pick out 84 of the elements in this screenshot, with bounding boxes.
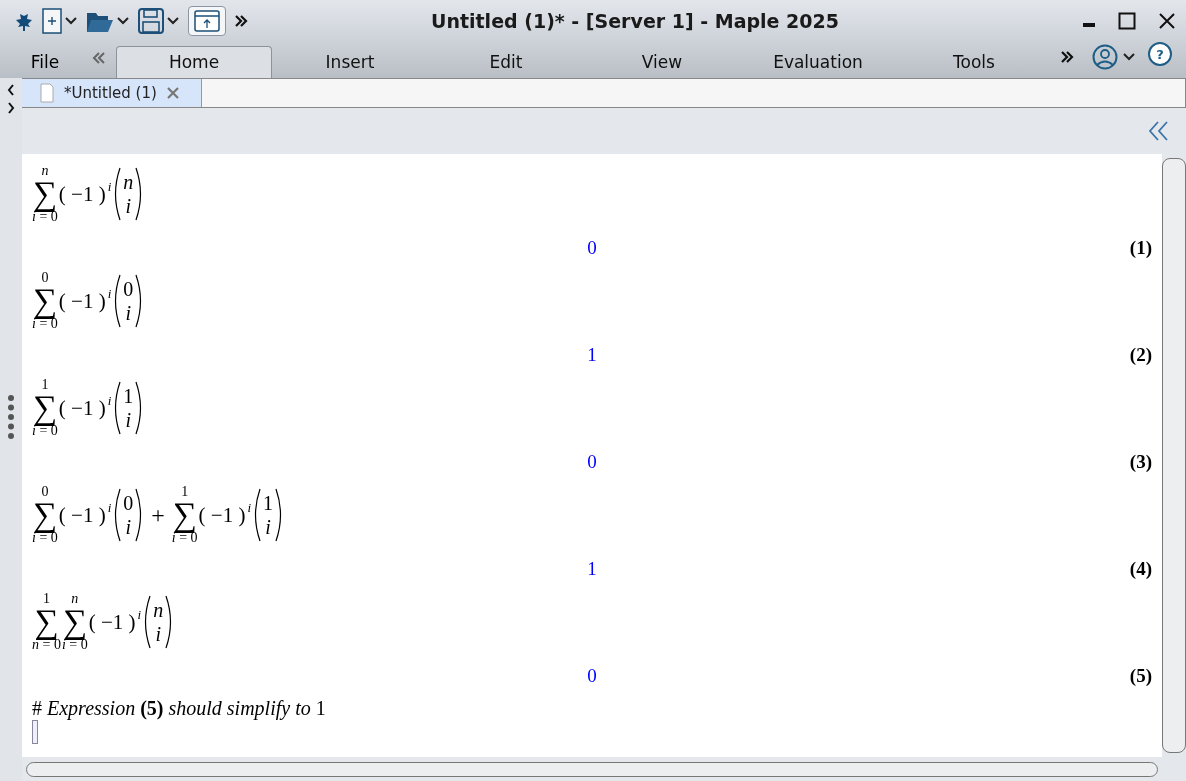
ribbon-tab[interactable]: Tools (896, 46, 1052, 78)
binomial-top: 1 (123, 384, 134, 408)
output-value: 1 (587, 557, 597, 580)
file-menu[interactable]: File (0, 51, 90, 78)
help-button[interactable]: ? (1148, 42, 1172, 66)
sum-upper-limit: 0 (41, 270, 49, 285)
vertical-scrollbar[interactable] (1162, 158, 1186, 753)
power-base: ( −1 ) (58, 183, 106, 205)
exponent: i (107, 286, 112, 300)
exponent: i (107, 393, 112, 407)
more-chevron-icon[interactable] (1060, 50, 1074, 64)
sum-symbol: ∑ (172, 498, 197, 532)
plus-operator: + (151, 501, 165, 529)
caret-icon[interactable] (1122, 52, 1136, 62)
binomial-bottom: i (155, 622, 161, 646)
left-paren-drawing (112, 274, 122, 328)
exponent: i (107, 500, 112, 514)
sum-symbol: ∑ (32, 498, 57, 532)
save-icon[interactable] (138, 8, 164, 34)
output-value: 0 (587, 450, 597, 473)
sum-upper-limit: 1 (181, 484, 189, 499)
document-icon (40, 83, 54, 103)
power-base: ( −1 ) (198, 504, 246, 526)
sum-symbol: ∑ (32, 284, 57, 318)
caret-icon[interactable] (166, 16, 180, 26)
sum-symbol: ∑ (62, 605, 87, 639)
exponent: i (247, 500, 252, 514)
power-base: ( −1 ) (58, 397, 106, 419)
ribbon-tab[interactable]: Insert (272, 46, 428, 78)
binomial-top: 1 (263, 491, 274, 515)
sum-upper-limit: 1 (42, 591, 50, 606)
window-title: Untitled (1)* - [Server 1] - Maple 2025 (430, 10, 840, 32)
drag-handle-icon[interactable] (8, 394, 14, 440)
maximize-icon[interactable] (1118, 12, 1136, 30)
equation-label: (2) (1129, 343, 1152, 366)
exponent: i (137, 607, 142, 621)
equation-label: (5) (1129, 664, 1152, 687)
sum-symbol: ∑ (32, 177, 57, 211)
exponent: i (107, 179, 112, 193)
sum-upper-limit: 1 (41, 377, 49, 392)
comment-text: # Expression (5) should simplify to 1 (32, 697, 327, 720)
document-tab[interactable]: *Untitled (1) (22, 79, 202, 107)
left-paren-drawing (252, 488, 262, 542)
output-value: 1 (587, 343, 597, 366)
power-base: ( −1 ) (58, 504, 106, 526)
sum-upper-limit: n (41, 163, 49, 178)
user-account-icon[interactable] (1092, 44, 1118, 70)
close-icon[interactable] (1158, 12, 1176, 30)
binomial-bottom: i (125, 408, 132, 432)
ribbon-tab[interactable]: View (584, 46, 740, 78)
power-base: ( −1 ) (88, 611, 136, 633)
equation-label: (3) (1129, 450, 1152, 473)
binomial-top: n (153, 598, 164, 622)
equation-label: (4) (1129, 557, 1152, 580)
collapse-chevron-icon[interactable] (92, 52, 106, 64)
binomial-top: n (123, 170, 134, 194)
output-value: 0 (587, 664, 597, 687)
left-paren-drawing (112, 488, 122, 542)
left-paren-drawing (142, 595, 152, 649)
collapse-panel-icon[interactable] (1148, 121, 1170, 141)
sum-upper-limit: 0 (41, 484, 49, 499)
ribbon-tab[interactable]: Evaluation (740, 46, 896, 78)
binomial-top: 0 (123, 491, 134, 515)
binomial-bottom: i (125, 515, 132, 539)
left-paren-drawing (112, 381, 122, 435)
more-chevron-icon[interactable] (234, 14, 248, 28)
binomial-bottom: i (265, 515, 271, 539)
caret-icon[interactable] (64, 16, 78, 26)
ribbon-tab[interactable]: Edit (428, 46, 584, 78)
binomial-bottom: i (125, 301, 132, 325)
sum-upper-limit: n (71, 591, 79, 606)
export-button[interactable] (188, 6, 226, 36)
sum-symbol: ∑ (32, 391, 57, 425)
caret-icon[interactable] (116, 16, 130, 26)
output-value: 0 (587, 236, 597, 259)
power-base: ( −1 ) (58, 290, 106, 312)
input-cursor[interactable] (32, 720, 38, 744)
equation-label: (1) (1129, 236, 1152, 259)
ribbon-tab[interactable]: Home (116, 46, 272, 78)
left-paren-drawing (112, 167, 122, 221)
horizontal-scrollbar[interactable] (26, 761, 1158, 777)
binomial-top: 0 (123, 277, 134, 301)
new-document-icon[interactable] (42, 8, 62, 34)
binomial-bottom: i (125, 194, 132, 218)
